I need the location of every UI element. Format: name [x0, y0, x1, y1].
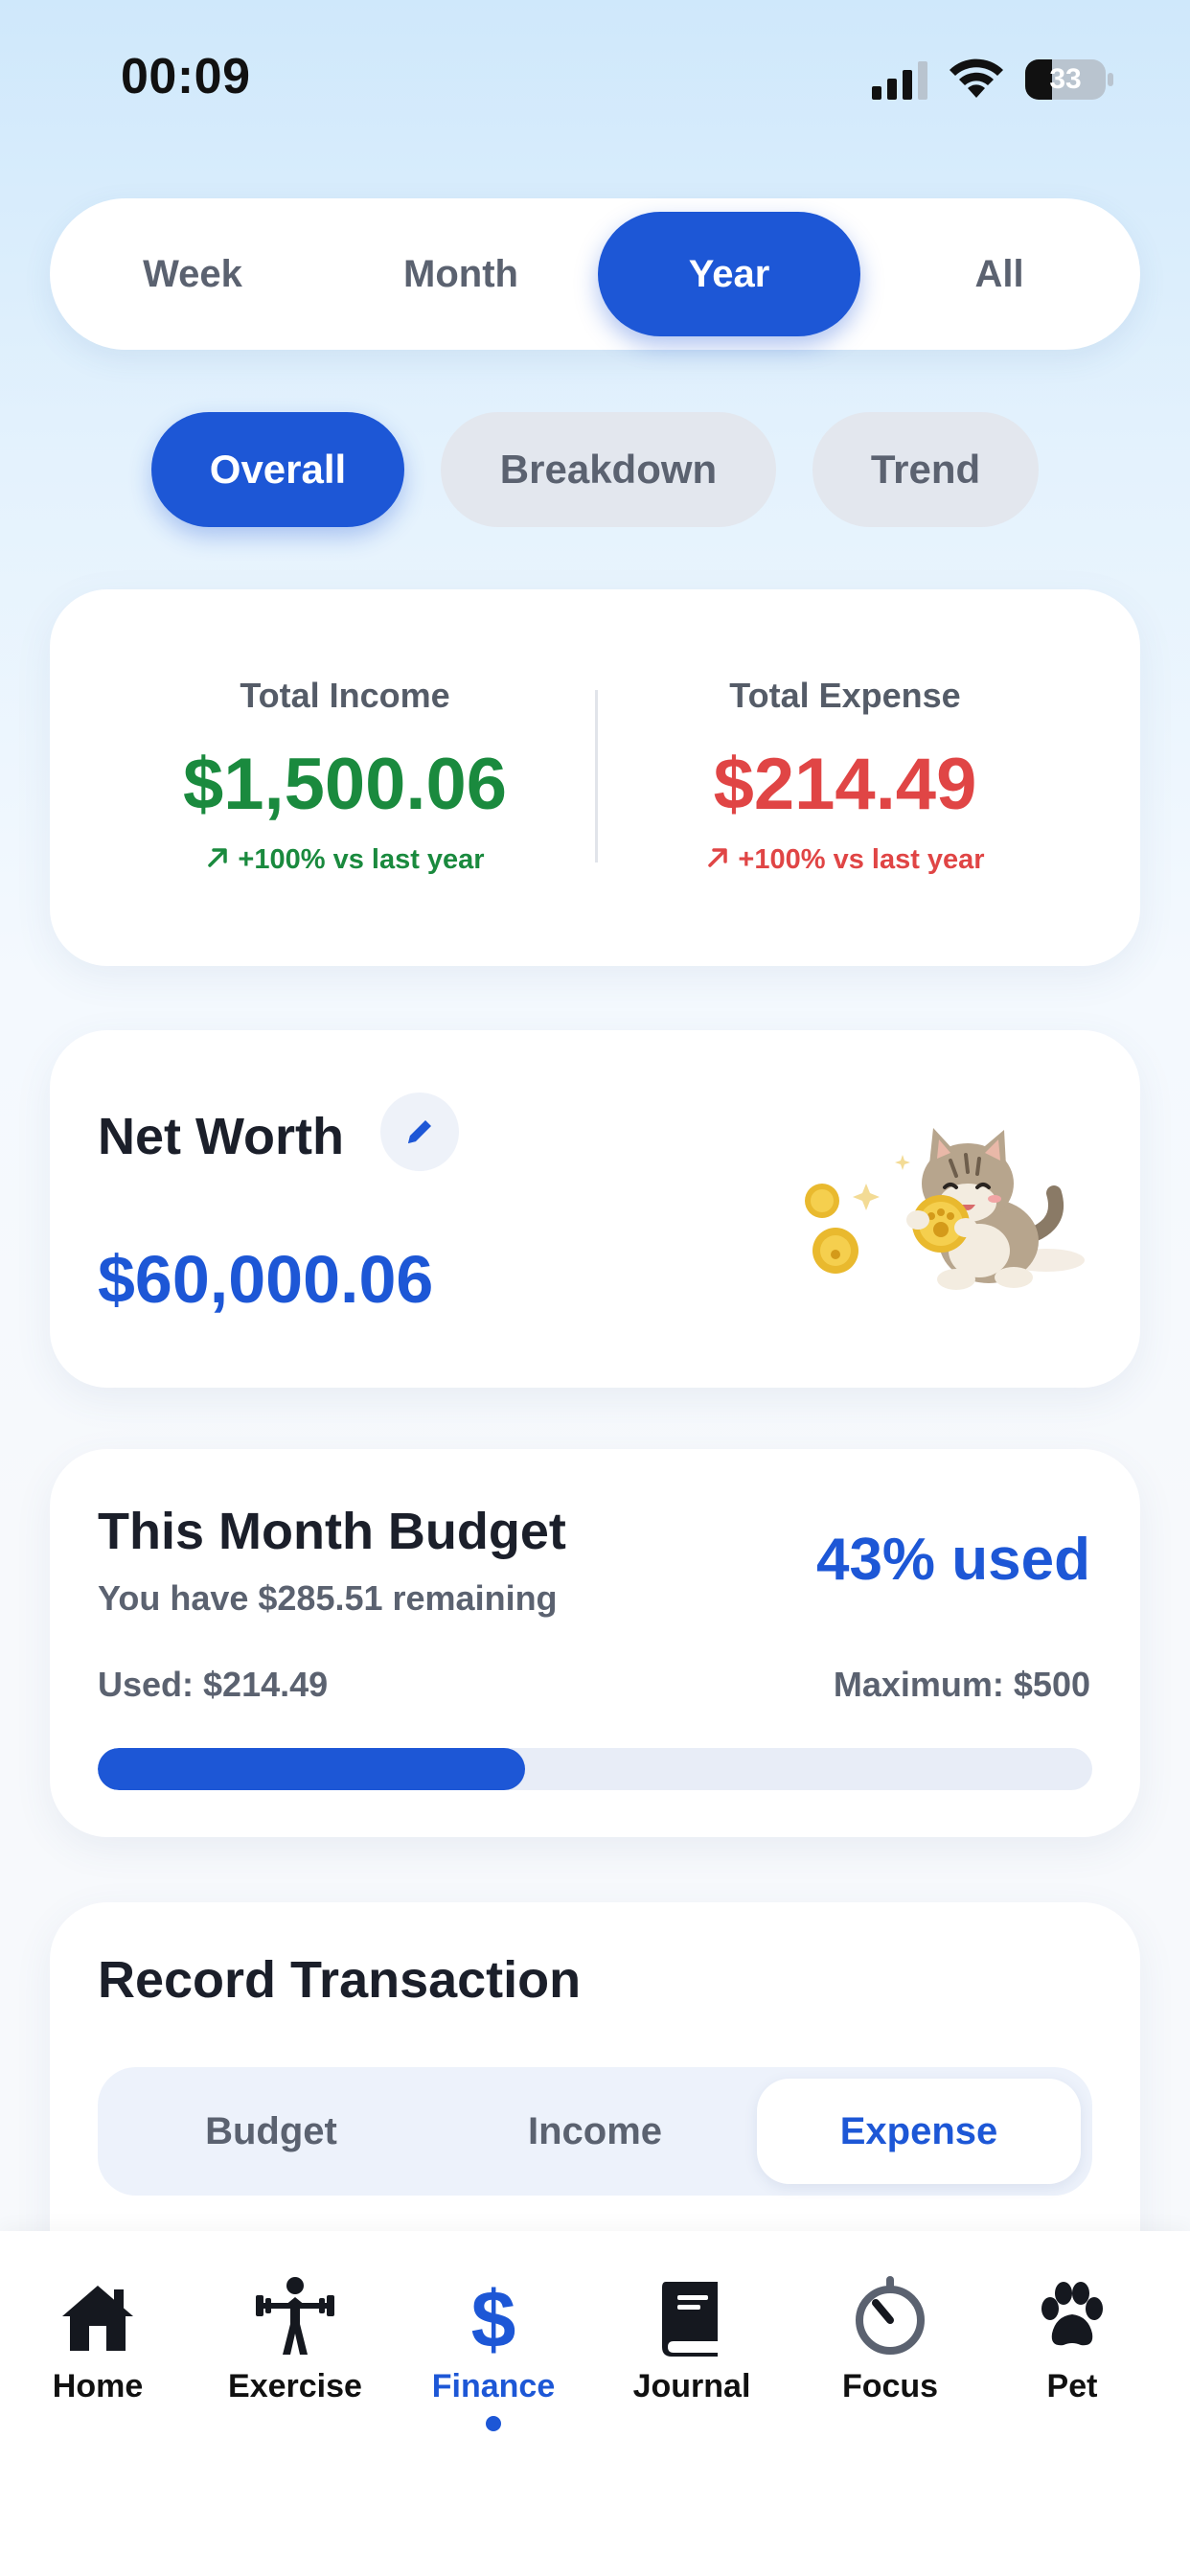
- budget-maximum: Maximum: $500: [833, 1665, 1090, 1704]
- battery-level: 33: [1049, 63, 1082, 95]
- tab-budget[interactable]: Budget: [109, 2079, 433, 2184]
- nav-journal-label: Journal: [632, 2368, 751, 2404]
- arrow-up-right-icon: [708, 848, 728, 867]
- svg-text:$: $: [471, 2274, 516, 2360]
- bottom-navigation: Home Exercise $ Finance Journal Focus Pe…: [0, 2231, 1190, 2576]
- budget-progress-bar: [98, 1748, 1092, 1790]
- paw-icon: [1041, 2282, 1103, 2346]
- net-worth-title: Net Worth: [98, 1108, 344, 1165]
- nav-exercise[interactable]: Exercise: [199, 2274, 391, 2466]
- tab-week[interactable]: Week: [63, 212, 322, 336]
- expense-label: Total Expense: [729, 676, 961, 715]
- cellular-signal-icon: [872, 61, 927, 100]
- budget-percent-used: 43% used: [815, 1527, 1090, 1593]
- nav-pet-label: Pet: [1046, 2368, 1098, 2404]
- tab-expense[interactable]: Expense: [757, 2079, 1081, 2184]
- income-label: Total Income: [240, 676, 450, 715]
- nav-journal[interactable]: Journal: [596, 2274, 788, 2466]
- income-summary: Total Income $1,500.06 +100% vs last yea…: [96, 589, 594, 966]
- expense-summary: Total Expense $214.49 +100% vs last year: [596, 589, 1094, 966]
- nav-exercise-label: Exercise: [228, 2368, 362, 2404]
- net-worth-amount: $60,000.06: [98, 1242, 434, 1317]
- nav-focus[interactable]: Focus: [794, 2274, 986, 2466]
- status-time: 00:09: [121, 49, 251, 104]
- edit-net-worth-button[interactable]: [380, 1092, 459, 1171]
- budget-title: This Month Budget: [98, 1503, 566, 1560]
- income-amount: $1,500.06: [182, 744, 508, 825]
- net-worth-card: Net Worth $60,000.06: [50, 1030, 1140, 1388]
- tab-month[interactable]: Month: [332, 212, 590, 336]
- tab-income[interactable]: Income: [433, 2079, 757, 2184]
- period-selector: Week Month Year All: [50, 198, 1140, 350]
- income-expense-card: Total Income $1,500.06 +100% vs last yea…: [50, 589, 1140, 966]
- status-bar: 00:09 33: [0, 0, 1190, 158]
- nav-finance-label: Finance: [431, 2368, 556, 2404]
- dollar-icon: $: [471, 2274, 516, 2360]
- budget-card: This Month Budget You have $285.51 remai…: [50, 1449, 1140, 1837]
- budget-used: Used: $214.49: [98, 1665, 329, 1704]
- view-breakdown-button[interactable]: Breakdown: [441, 412, 776, 527]
- expense-amount: $214.49: [713, 744, 977, 825]
- pencil-icon: [408, 1120, 431, 1143]
- expense-change: +100% vs last year: [596, 844, 1094, 876]
- view-overall-button[interactable]: Overall: [151, 412, 404, 527]
- weightlifter-icon: [256, 2277, 334, 2355]
- battery-icon: 33: [1025, 59, 1113, 100]
- cat-with-coins-illustration: [805, 1128, 1085, 1290]
- wifi-icon: [950, 58, 1003, 98]
- budget-remaining: You have $285.51 remaining: [98, 1578, 558, 1618]
- tab-year[interactable]: Year: [598, 212, 860, 336]
- expense-change-text: +100% vs last year: [738, 844, 985, 875]
- view-trend-button[interactable]: Trend: [812, 412, 1039, 527]
- tab-all[interactable]: All: [870, 212, 1129, 336]
- income-change-text: +100% vs last year: [238, 844, 485, 875]
- income-change: +100% vs last year: [96, 844, 594, 876]
- book-icon: [662, 2282, 718, 2357]
- timer-icon: [856, 2276, 925, 2355]
- nav-home-label: Home: [52, 2368, 144, 2404]
- home-icon: [62, 2286, 133, 2351]
- record-transaction-title: Record Transaction: [98, 1951, 582, 2009]
- nav-home[interactable]: Home: [2, 2274, 194, 2466]
- active-indicator-dot: [486, 2416, 501, 2431]
- nav-finance[interactable]: $ Finance: [398, 2274, 589, 2466]
- nav-focus-label: Focus: [841, 2368, 939, 2404]
- nav-pet[interactable]: Pet: [976, 2274, 1168, 2466]
- budget-progress-fill: [98, 1748, 526, 1790]
- arrow-up-right-icon: [208, 848, 228, 867]
- transaction-type-selector: Budget Income Expense: [98, 2067, 1092, 2196]
